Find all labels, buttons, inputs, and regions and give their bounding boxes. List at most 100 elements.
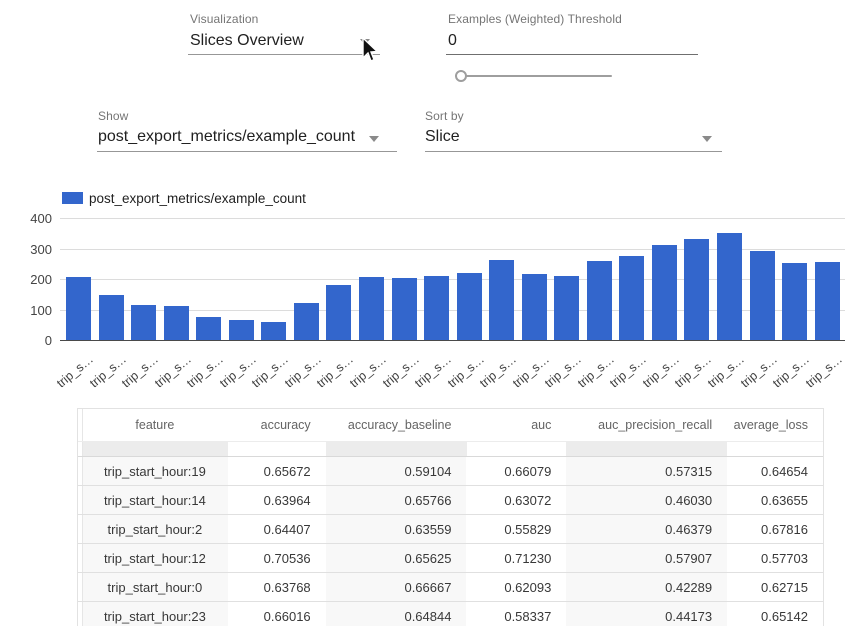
x-axis-tick-label: trip_s… <box>200 352 258 404</box>
bar[interactable] <box>457 273 482 340</box>
bar[interactable] <box>717 233 742 340</box>
table-cell: trip_start_hour:19 <box>83 457 228 485</box>
bar[interactable] <box>750 251 775 340</box>
bar[interactable] <box>229 320 254 340</box>
table-cell: 0.65672 <box>228 457 326 485</box>
metrics-table: featureaccuracyaccuracy_baselineaucauc_p… <box>77 408 824 626</box>
bar[interactable] <box>522 274 547 340</box>
x-axis-tick-label: trip_s… <box>70 352 128 404</box>
bar[interactable] <box>261 322 286 340</box>
table-row: trip_start_hour:190.656720.591040.660790… <box>78 457 823 486</box>
column-header-auc[interactable]: auc <box>466 409 566 441</box>
table-cell: 0.66667 <box>326 573 467 601</box>
table-cell: 0.66079 <box>466 457 566 485</box>
y-axis-tick-label: 300 <box>18 242 52 257</box>
filter-cell-accuracy_baseline <box>326 442 467 456</box>
x-axis-tick-label: trip_s… <box>786 352 844 404</box>
show-chevron-down-icon[interactable] <box>369 136 379 142</box>
threshold-slider-knob[interactable] <box>455 70 467 82</box>
bar[interactable] <box>587 261 612 340</box>
table-cell: 0.63559 <box>326 515 467 543</box>
x-axis-tick-label: trip_s… <box>297 352 355 404</box>
table-cell: 0.63964 <box>228 486 326 514</box>
x-axis-tick-label: trip_s… <box>590 352 648 404</box>
bar[interactable] <box>66 277 91 340</box>
sort-by-dropdown[interactable]: Slice <box>425 128 460 146</box>
bar[interactable] <box>359 277 384 340</box>
table-cell: 0.63768 <box>228 573 326 601</box>
bar[interactable] <box>326 285 351 340</box>
bar[interactable] <box>489 260 514 340</box>
x-axis-tick-label: trip_s… <box>493 352 551 404</box>
x-axis-tick-label: trip_s… <box>558 352 616 404</box>
table-cell: 0.71230 <box>466 544 566 572</box>
x-axis-tick-label: trip_s… <box>655 352 713 404</box>
bar[interactable] <box>424 276 449 340</box>
y-axis-tick-label: 100 <box>18 303 52 318</box>
table-cell: 0.46030 <box>566 486 727 514</box>
visualization-label: Visualization <box>190 12 258 26</box>
table-cell: 0.62715 <box>727 573 823 601</box>
bar[interactable] <box>554 276 579 340</box>
x-axis-tick-label: trip_s… <box>753 352 811 404</box>
gridline <box>60 218 845 219</box>
show-underline <box>97 151 397 152</box>
table-cell: 0.65766 <box>326 486 467 514</box>
x-axis-tick-label: trip_s… <box>167 352 225 404</box>
bar[interactable] <box>164 306 189 340</box>
table-cell: 0.44173 <box>566 602 727 626</box>
bar[interactable] <box>131 305 156 340</box>
bar[interactable] <box>782 263 807 340</box>
threshold-underline <box>446 54 698 55</box>
filter-cell-feature <box>83 442 228 456</box>
table-cell: 0.65142 <box>727 602 823 626</box>
bar[interactable] <box>684 239 709 340</box>
table-cell: 0.65625 <box>326 544 467 572</box>
table-cell: 0.64844 <box>326 602 467 626</box>
column-header-feature[interactable]: feature <box>83 409 228 441</box>
table-row: trip_start_hour:140.639640.657660.630720… <box>78 486 823 515</box>
sort-by-label: Sort by <box>425 109 464 123</box>
table-cell: trip_start_hour:2 <box>83 515 228 543</box>
table-cell: trip_start_hour:0 <box>83 573 228 601</box>
column-header-average_loss[interactable]: average_loss <box>727 409 823 441</box>
bar[interactable] <box>99 295 124 340</box>
gridline <box>60 310 845 311</box>
table-cell: 0.67816 <box>727 515 823 543</box>
table-cell: 0.66016 <box>228 602 326 626</box>
table-cell: 0.64407 <box>228 515 326 543</box>
y-axis-tick-label: 400 <box>18 211 52 226</box>
table-cell: 0.70536 <box>228 544 326 572</box>
bar[interactable] <box>392 278 417 340</box>
sort-by-chevron-down-icon[interactable] <box>702 136 712 142</box>
bar[interactable] <box>652 245 677 340</box>
column-header-accuracy[interactable]: accuracy <box>228 409 326 441</box>
x-axis-tick-label: trip_s… <box>102 352 160 404</box>
table-cell: 0.58337 <box>466 602 566 626</box>
bar[interactable] <box>294 303 319 340</box>
filter-cell-auc <box>467 442 567 456</box>
legend-label: post_export_metrics/example_count <box>89 191 306 206</box>
column-header-auc_precision_recall[interactable]: auc_precision_recall <box>566 409 727 441</box>
visualization-dropdown[interactable]: Slices Overview <box>190 32 304 50</box>
x-axis-tick-label: trip_s… <box>330 352 388 404</box>
bar[interactable] <box>815 262 840 340</box>
filter-cell-accuracy <box>228 442 326 456</box>
threshold-slider-track[interactable] <box>462 75 612 77</box>
table-cell: 0.63072 <box>466 486 566 514</box>
show-dropdown[interactable]: post_export_metrics/example_count <box>98 128 355 146</box>
x-axis-tick-label: trip_s… <box>721 352 779 404</box>
table-cell: 0.64654 <box>727 457 823 485</box>
bar[interactable] <box>196 317 221 340</box>
threshold-input[interactable]: 0 <box>448 32 457 50</box>
column-header-accuracy_baseline[interactable]: accuracy_baseline <box>326 409 467 441</box>
bar[interactable] <box>619 256 644 340</box>
x-axis-tick-label: trip_s… <box>37 352 95 404</box>
mouse-cursor-icon <box>356 36 380 64</box>
table-row: trip_start_hour:00.637680.666670.620930.… <box>78 573 823 602</box>
table-row: trip_start_hour:20.644070.635590.558290.… <box>78 515 823 544</box>
legend-swatch <box>62 192 83 204</box>
filter-cell-auc_precision_recall <box>566 442 727 456</box>
y-axis-tick-label: 0 <box>18 333 52 348</box>
table-cell: trip_start_hour:12 <box>83 544 228 572</box>
